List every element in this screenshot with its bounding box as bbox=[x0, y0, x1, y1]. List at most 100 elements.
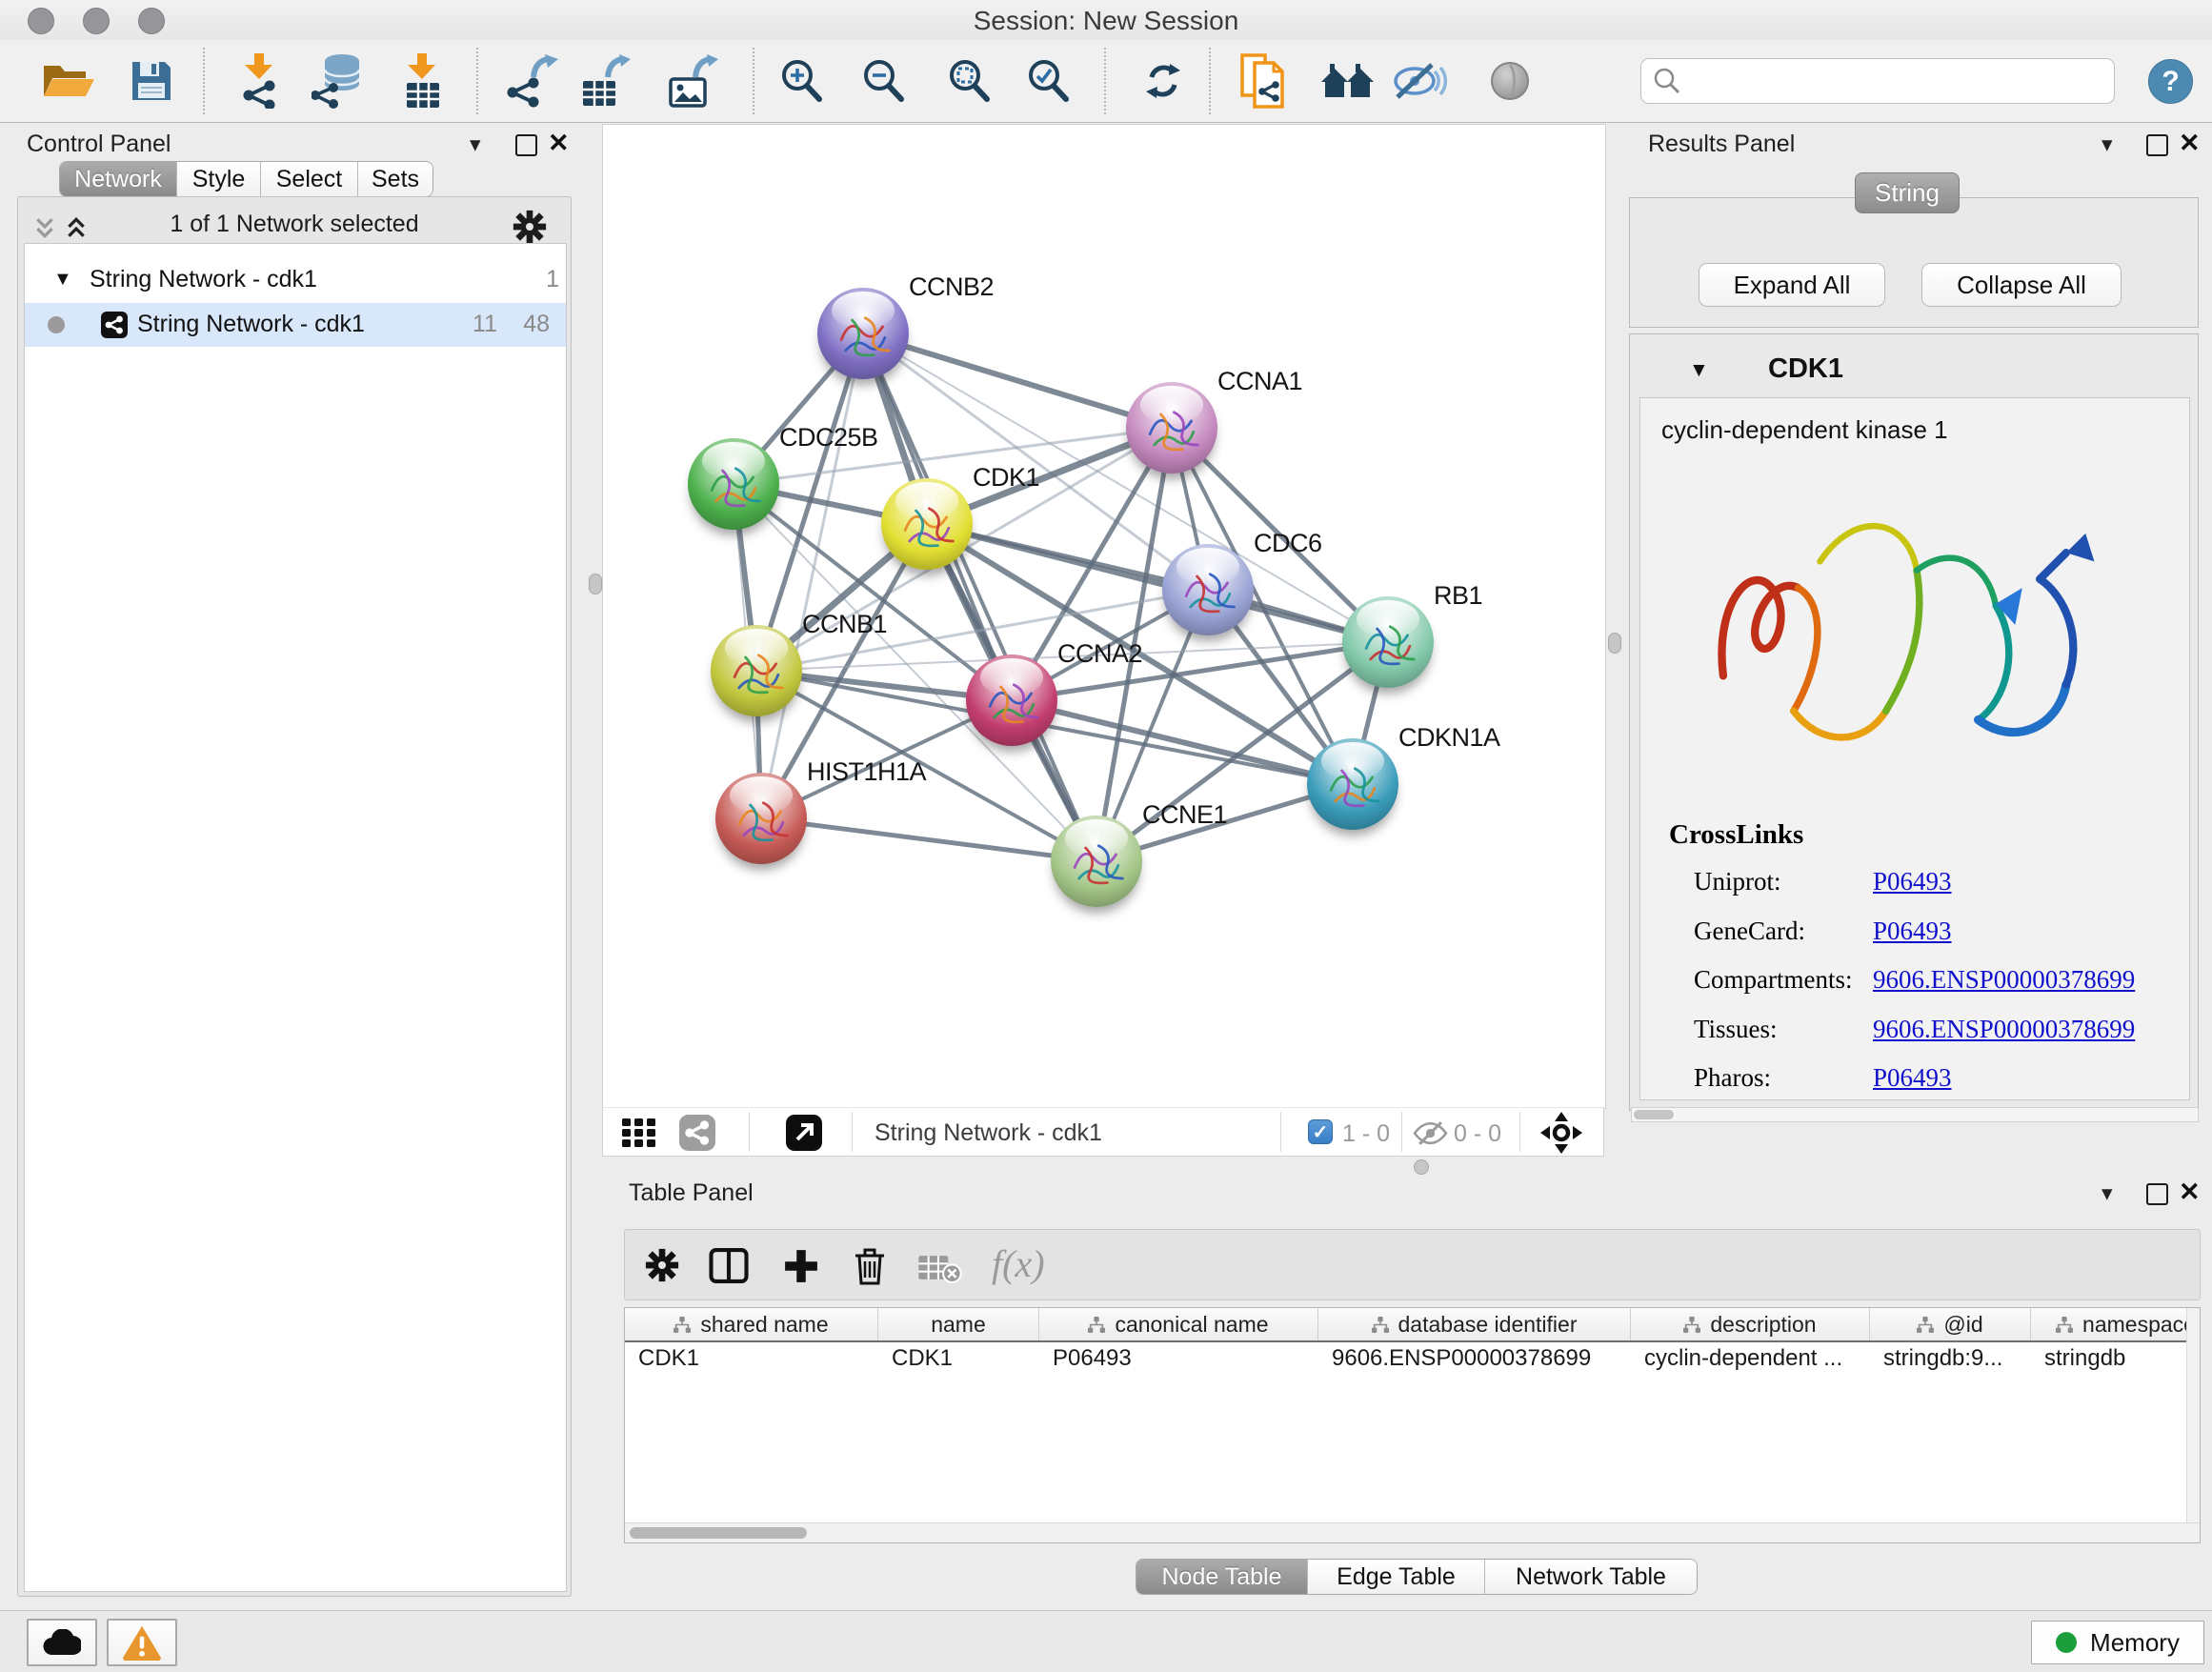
column-header-canonical-name[interactable]: canonical name bbox=[1039, 1308, 1318, 1340]
tab-select[interactable]: Select bbox=[261, 162, 358, 196]
import-network-file-icon[interactable] bbox=[237, 53, 281, 109]
tab-string[interactable]: String bbox=[1855, 172, 1960, 213]
warning-status-button[interactable] bbox=[107, 1619, 177, 1666]
column-header-namespace[interactable]: namespace bbox=[2031, 1308, 2201, 1340]
zoom-selected-icon[interactable] bbox=[1024, 57, 1072, 105]
refresh-view-icon[interactable] bbox=[1144, 62, 1182, 100]
collection-expand-icon[interactable]: ▼ bbox=[53, 269, 72, 291]
crosslink-link[interactable]: P06493 bbox=[1873, 867, 1952, 896]
node-CCNA1[interactable] bbox=[1126, 382, 1217, 473]
memory-button[interactable]: Memory bbox=[2031, 1621, 2204, 1664]
column-header-@id[interactable]: @id bbox=[1870, 1308, 2031, 1340]
add-column-icon[interactable] bbox=[783, 1248, 819, 1284]
eye-icon[interactable] bbox=[1489, 60, 1531, 102]
delete-column-icon[interactable] bbox=[854, 1245, 886, 1285]
control-panel-collapse-icon[interactable]: ▾ bbox=[470, 131, 481, 157]
zoom-out-icon[interactable] bbox=[859, 57, 907, 105]
control-panel-float-icon[interactable] bbox=[515, 134, 537, 156]
selected-checkbox-icon[interactable]: ✓ bbox=[1308, 1119, 1333, 1144]
left-splitter-handle[interactable] bbox=[589, 574, 602, 594]
grid-view-icon[interactable] bbox=[622, 1118, 658, 1147]
table-options-gear-icon[interactable] bbox=[644, 1247, 680, 1283]
node-CCNB1[interactable] bbox=[711, 625, 802, 716]
export-network-icon[interactable] bbox=[507, 54, 558, 108]
open-in-window-icon[interactable] bbox=[786, 1115, 822, 1151]
tab-sets[interactable]: Sets bbox=[358, 162, 432, 196]
zoom-fit-icon[interactable] bbox=[945, 57, 993, 105]
cell-database-identifier[interactable]: 9606.ENSP00000378699 bbox=[1318, 1342, 1631, 1375]
birdseye-navigator-icon[interactable] bbox=[1540, 1112, 1582, 1154]
edge-CCNB2-CCNA1[interactable] bbox=[863, 333, 1172, 428]
scrollbar-thumb[interactable] bbox=[630, 1527, 807, 1539]
hide-panel-eye-icon[interactable] bbox=[1392, 61, 1447, 101]
duplicate-network-icon[interactable] bbox=[1238, 53, 1286, 109]
cell-description[interactable]: cyclin-dependent ... bbox=[1631, 1342, 1870, 1375]
node-CCNB2[interactable] bbox=[817, 288, 909, 379]
control-panel-close-icon[interactable]: ✕ bbox=[548, 129, 570, 158]
crosslink-link[interactable]: P06493 bbox=[1873, 917, 1952, 946]
home-icon[interactable] bbox=[1321, 61, 1375, 101]
table-horizontal-scrollbar[interactable] bbox=[625, 1522, 2200, 1542]
table-panel-collapse-icon[interactable]: ▾ bbox=[2101, 1180, 2113, 1206]
network-collection-row[interactable]: ▼ String Network - cdk1 1 bbox=[25, 261, 566, 303]
node-CDKN1A[interactable] bbox=[1307, 738, 1398, 830]
gene-section-collapse-icon[interactable]: ▼ bbox=[1689, 359, 1709, 382]
node-CDC6[interactable] bbox=[1162, 544, 1254, 635]
tab-node-table[interactable]: Node Table bbox=[1136, 1560, 1308, 1594]
zoom-in-icon[interactable] bbox=[777, 57, 825, 105]
node-CDC25B[interactable] bbox=[688, 438, 779, 530]
crosslink-link[interactable]: 9606.ENSP00000378699 bbox=[1873, 965, 2135, 995]
column-header-description[interactable]: description bbox=[1631, 1308, 1870, 1340]
search-field[interactable] bbox=[1640, 58, 2115, 104]
network-label: String Network - cdk1 bbox=[137, 311, 365, 338]
tab-network[interactable]: Network bbox=[60, 162, 177, 196]
network-options-gear-icon[interactable] bbox=[512, 209, 548, 245]
results-panel-collapse-icon[interactable]: ▾ bbox=[2101, 131, 2113, 157]
results-panel-scrollbar[interactable] bbox=[1631, 1107, 2199, 1122]
help-button[interactable]: ? bbox=[2148, 59, 2193, 104]
edge-HIST1H1A-CCNE1[interactable] bbox=[761, 818, 1096, 861]
tab-edge-table[interactable]: Edge Table bbox=[1308, 1560, 1485, 1594]
node-RB1[interactable] bbox=[1342, 596, 1434, 688]
right-splitter-handle[interactable] bbox=[1608, 633, 1621, 654]
node-CCNA2[interactable] bbox=[966, 655, 1057, 746]
cell-canonical-name[interactable]: P06493 bbox=[1039, 1342, 1318, 1375]
cell-name[interactable]: CDK1 bbox=[878, 1342, 1039, 1375]
network-row-selected[interactable]: String Network - cdk1 11 48 bbox=[25, 303, 566, 347]
column-header-shared-name[interactable]: shared name bbox=[625, 1308, 878, 1340]
cloud-status-button[interactable] bbox=[27, 1619, 97, 1666]
search-input[interactable] bbox=[1689, 67, 2114, 95]
cell-@id[interactable]: stringdb:9... bbox=[1870, 1342, 2031, 1375]
expand-all-button[interactable]: Expand All bbox=[1699, 263, 1885, 307]
cell-namespace[interactable]: stringdb bbox=[2031, 1342, 2201, 1375]
cell-shared-name[interactable]: CDK1 bbox=[625, 1342, 878, 1375]
crosslink-link[interactable]: P06493 bbox=[1873, 1063, 1952, 1093]
crosslink-row: Tissues:9606.ENSP00000378699 bbox=[1640, 1015, 2189, 1053]
edge-CCNB2-HIST1H1A[interactable] bbox=[761, 333, 863, 818]
tab-network-table[interactable]: Network Table bbox=[1485, 1560, 1697, 1594]
node-CCNE1[interactable] bbox=[1051, 816, 1142, 907]
save-session-icon[interactable] bbox=[130, 59, 173, 103]
node-HIST1H1A[interactable] bbox=[715, 773, 807, 864]
table-vertical-scrollbar[interactable] bbox=[2186, 1308, 2201, 1523]
import-network-database-icon[interactable] bbox=[312, 53, 363, 109]
table-panel-close-icon[interactable]: ✕ bbox=[2179, 1178, 2201, 1207]
string-network-badge-icon[interactable] bbox=[679, 1115, 715, 1151]
export-table-icon[interactable] bbox=[581, 54, 631, 108]
tab-style[interactable]: Style bbox=[177, 162, 261, 196]
table-row[interactable]: CDK1CDK1P064939606.ENSP00000378699cyclin… bbox=[625, 1342, 2201, 1375]
column-header-name[interactable]: name bbox=[878, 1308, 1039, 1340]
import-table-file-icon[interactable] bbox=[402, 53, 444, 109]
crosslink-link[interactable]: 9606.ENSP00000378699 bbox=[1873, 1015, 2135, 1044]
table-panel-float-icon[interactable] bbox=[2146, 1183, 2168, 1205]
show-columns-icon[interactable] bbox=[709, 1248, 749, 1283]
column-header-database-identifier[interactable]: database identifier bbox=[1318, 1308, 1631, 1340]
collapse-all-button[interactable]: Collapse All bbox=[1921, 263, 2122, 307]
export-image-icon[interactable] bbox=[669, 54, 718, 108]
panel-splitter-handle[interactable] bbox=[1414, 1159, 1429, 1175]
results-panel-close-icon[interactable]: ✕ bbox=[2179, 129, 2201, 158]
node-CDK1[interactable] bbox=[881, 478, 973, 570]
results-panel-float-icon[interactable] bbox=[2146, 134, 2168, 156]
network-view-canvas[interactable]: CCNB2CCNA1CDC25BCDK1CDC6RB1CCNB1CCNA2CDK… bbox=[602, 124, 1606, 1109]
open-session-icon[interactable] bbox=[42, 60, 95, 102]
